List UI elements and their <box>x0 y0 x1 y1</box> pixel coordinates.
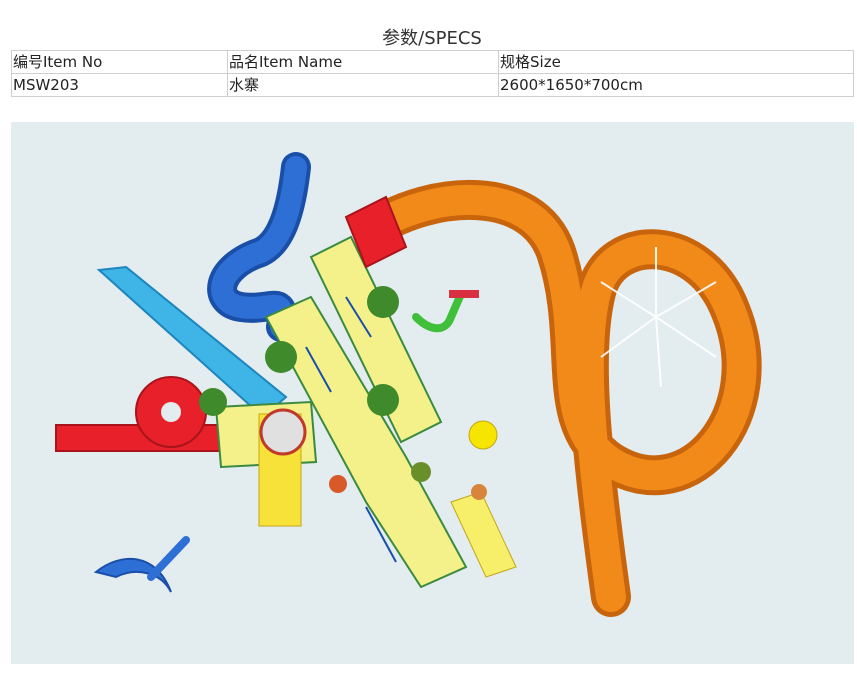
yellow-disc <box>468 420 498 450</box>
page-title: 参数/SPECS <box>382 28 482 49</box>
header-item-name: 品名Item Name <box>227 50 499 74</box>
cell-size: 2600*1650*700cm <box>498 73 854 97</box>
water-playground-render <box>11 122 854 664</box>
header-item-no: 编号Item No <box>11 50 228 74</box>
cell-item-no: MSW203 <box>11 73 228 97</box>
table-header-row: 编号Item No 品名Item Name 规格Size <box>11 50 854 74</box>
cell-item-name: 水寨 <box>227 73 499 97</box>
product-render-image <box>11 122 854 664</box>
spray-nozzle <box>449 290 479 298</box>
specs-table: 编号Item No 品名Item Name 规格Size MSW203 水寨 2… <box>11 50 854 97</box>
table-row: MSW203 水寨 2600*1650*700cm <box>11 73 854 97</box>
turtle-figure <box>411 462 431 482</box>
tipping-bucket <box>259 408 307 456</box>
header-size: 规格Size <box>498 50 854 74</box>
crab-figure <box>329 475 347 493</box>
octopus-figure <box>471 484 487 500</box>
